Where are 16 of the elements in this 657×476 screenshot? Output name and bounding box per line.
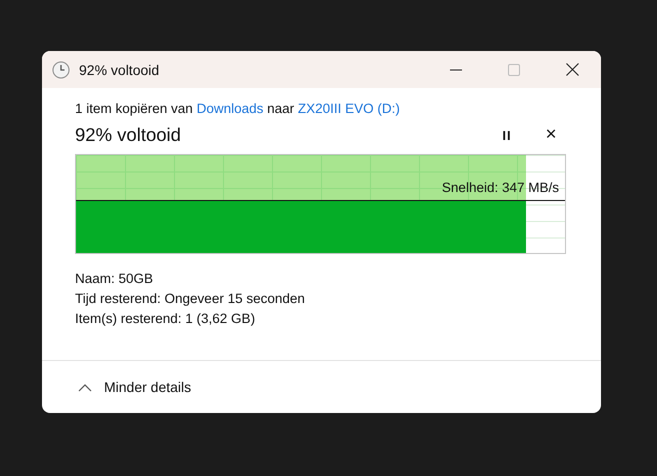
detail-text: Item(s) resterend: 1 (3,62 GB) <box>75 310 256 328</box>
close-icon <box>566 63 578 76</box>
chevron-icon <box>78 382 92 392</box>
detail-text: Tijd resterend: Ongeveer 15 seconden <box>75 290 306 308</box>
clock-icon <box>52 60 70 78</box>
speed-label: Snelheid: 347 MB/s <box>442 180 559 195</box>
copy-description: 1 item kopiëren van Downloads naar ZX20III EVO (D:) <box>75 101 401 116</box>
progress-title: 92% voltooid <box>75 124 182 146</box>
detail-text: Naam: 50GB <box>75 270 154 288</box>
destination-link[interactable]: ZX20III EVO (D:) <box>298 101 400 116</box>
cancel-button[interactable]: × <box>534 124 568 146</box>
maximize-icon <box>508 64 520 76</box>
window-title: 92% voltooid <box>79 62 160 78</box>
pause-button[interactable]: II <box>490 128 524 142</box>
source-link[interactable]: Downloads <box>196 101 264 116</box>
details-toggle[interactable]: Minder details <box>78 379 192 395</box>
